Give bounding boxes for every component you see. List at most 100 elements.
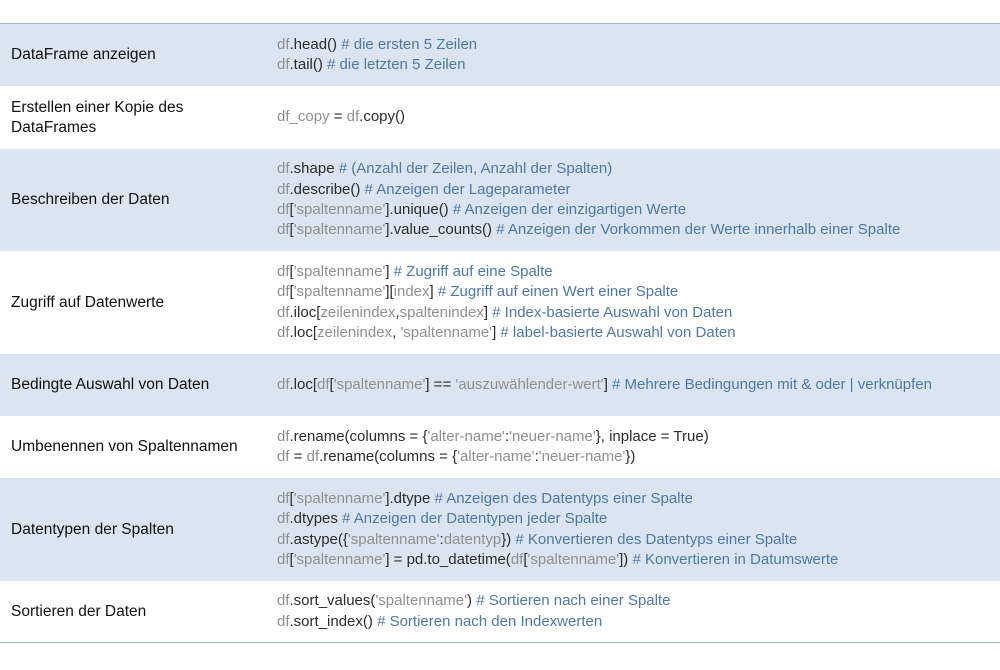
code-variable: df	[277, 448, 290, 465]
code-string: 'alter-name'	[427, 427, 505, 445]
code-text: .astype({	[289, 530, 348, 548]
code-text: .head()	[289, 35, 342, 53]
code-text: .tail()	[289, 56, 328, 73]
row-label: Zugriff auf Datenwerte	[11, 293, 165, 311]
code-text: ]	[483, 303, 493, 321]
code-comment: # Anzeigen des Datentyps einer Spalte	[434, 489, 694, 507]
code-variable: df	[277, 303, 290, 321]
code-comment: # die letzten 5 Zeilen	[327, 56, 466, 73]
code-variable: df	[277, 489, 290, 507]
code-text: ])	[619, 550, 633, 568]
table-row: Beschreiben der Daten df .shape # (Anzahl…	[0, 149, 1000, 251]
code-text: .rename(columns = {	[319, 448, 458, 465]
code-line: df.head() # die ersten 5 Zeilen	[277, 35, 992, 55]
code-text: ]	[429, 283, 438, 301]
code-variable: df	[277, 510, 290, 528]
table-row: Datentypen der Spalten df['spaltenname']…	[0, 478, 1000, 581]
code-line: df.describe() # Anzeigen der Lageparamet…	[277, 180, 992, 200]
code-text: ].dtype	[385, 489, 435, 507]
code-text: .sort_index()	[289, 612, 378, 630]
code-cell: df['spaltenname'] # Zugriff auf eine Spa…	[266, 262, 1000, 343]
table-row: Sortieren der Daten df.sort_values('spal…	[0, 581, 1000, 642]
code-text: ].unique()	[385, 201, 453, 218]
code-string: 'alter-name'	[457, 448, 535, 465]
code-variable: df	[277, 550, 290, 568]
code-comment: # Konvertieren in Datumswerte	[632, 550, 839, 568]
code-line: df.iloc[zeilenindex,spaltenindex] # Inde…	[277, 303, 992, 323]
code-text: =	[289, 448, 307, 465]
row-label: DataFrame anzeigen	[11, 46, 156, 63]
row-label: Datentypen der Spalten	[11, 520, 174, 538]
code-variable: df	[277, 201, 290, 218]
code-cell: df.sort_values('spaltenname') # Sortiere…	[266, 591, 1000, 632]
code-comment: # Sortieren nach den Indexwerten	[377, 612, 603, 630]
code-variable: df_copy	[277, 108, 330, 126]
code-line: df.sort_values('spaltenname') # Sortiere…	[277, 591, 992, 611]
code-text: .describe()	[289, 180, 365, 198]
cheat-sheet-page: DataFrame anzeigen df.head() # die erste…	[0, 0, 1000, 670]
code-comment: # Anzeigen der Datentypen jeder Spalte	[342, 510, 608, 528]
code-text: })	[501, 530, 516, 548]
code-text: ]	[385, 262, 394, 280]
code-string: 'spaltenname'	[293, 283, 386, 301]
code-cell: df_copy = df.copy()	[266, 107, 1000, 127]
code-variable: df	[277, 56, 290, 73]
code-variable: df	[306, 448, 320, 465]
code-variable: df	[277, 35, 290, 53]
code-line: df.loc[df['spaltenname'] == 'auszuwählen…	[277, 375, 992, 395]
code-string: zeilenindex	[317, 323, 393, 341]
code-text: .iloc[	[289, 303, 321, 321]
code-string: 'spaltenname'	[293, 550, 386, 568]
code-text: )	[467, 592, 477, 610]
code-line: df['spaltenname'] # Zugriff auf eine Spa…	[277, 262, 992, 282]
row-label: Sortieren der Daten	[11, 602, 147, 620]
code-line: df.rename(columns = {'alter-name':'neuer…	[277, 427, 992, 447]
code-comment: # Zugriff auf einen Wert einer Spalte	[437, 283, 679, 301]
code-string: 'spaltenname'	[333, 375, 426, 393]
code-variable: df	[277, 530, 290, 548]
code-variable: df	[346, 108, 360, 126]
code-line: df.tail() # die letzten 5 Zeilen	[277, 55, 992, 75]
code-string: 'spaltenname'	[293, 221, 386, 239]
code-text: .dtypes	[289, 510, 343, 528]
code-string: 'neuer-name'	[509, 427, 596, 445]
code-cell: df.rename(columns = {'alter-name':'neuer…	[266, 427, 1000, 468]
code-comment: # Konvertieren des Datentyps einer Spalt…	[515, 530, 798, 548]
code-variable: df	[510, 550, 524, 568]
code-string: 'spaltenname'	[347, 530, 440, 548]
code-line: df.dtypes # Anzeigen der Datentypen jede…	[277, 509, 992, 529]
code-variable: df	[277, 221, 290, 239]
row-label: Bedingte Auswahl von Daten	[11, 376, 210, 393]
code-string: 'auszuwählender-wert'	[455, 375, 604, 393]
code-comment: # (Anzahl der Zeilen, Anzahl der Spalten…	[338, 160, 613, 178]
code-text: .copy()	[359, 108, 406, 126]
code-string: 'spaltenname'	[293, 201, 386, 218]
code-comment: # Zugriff auf eine Spalte	[393, 262, 553, 280]
code-text: .rename(columns = {	[289, 427, 428, 445]
code-text: =	[329, 108, 347, 126]
code-cell: df['spaltenname'].dtype # Anzeigen des D…	[266, 489, 1000, 570]
code-variable: df	[317, 375, 330, 393]
code-cell: df.head() # die ersten 5 Zeilen df.tail()…	[266, 35, 1000, 76]
code-string: index	[393, 283, 430, 301]
table-row: Umbenennen von Spaltennamen df.rename(co…	[0, 416, 1000, 478]
code-variable: df	[277, 323, 290, 341]
code-variable: df	[277, 262, 290, 280]
command-table: DataFrame anzeigen df.head() # die erste…	[0, 23, 1000, 643]
code-text: ][	[385, 283, 394, 301]
code-cell: df.loc[df['spaltenname'] == 'auszuwählen…	[266, 375, 1000, 395]
code-string: zeilenindex	[320, 303, 396, 321]
row-label: Umbenennen von Spaltennamen	[11, 438, 238, 455]
code-line: df_copy = df.copy()	[277, 107, 992, 127]
code-text: .shape	[289, 160, 339, 178]
code-variable: df	[277, 427, 290, 445]
row-label: Beschreiben der Daten	[11, 191, 170, 208]
code-comment: # Anzeigen der Lageparameter	[364, 180, 571, 198]
code-text: .loc[	[289, 375, 318, 393]
code-text: }, inplace = True)	[595, 427, 709, 445]
code-line: df['spaltenname'].unique() # Anzeigen de…	[277, 200, 992, 220]
code-comment: # label-basierte Auswahl von Daten	[500, 323, 736, 341]
code-string: 'spaltenname'	[400, 323, 493, 341]
code-variable: df	[277, 375, 290, 393]
code-comment: # Index-basierte Auswahl von Daten	[492, 303, 733, 321]
